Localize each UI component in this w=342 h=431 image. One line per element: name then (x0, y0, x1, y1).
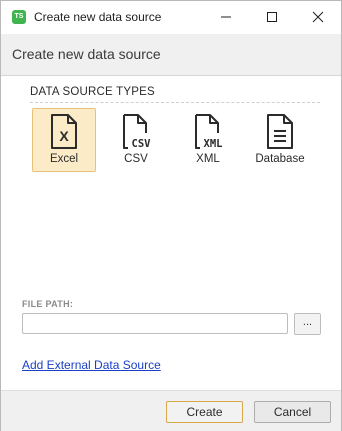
data-source-type-csv[interactable]: CSV CSV (104, 108, 168, 172)
close-button[interactable] (295, 1, 341, 33)
add-external-data-source-link[interactable]: Add External Data Source (22, 358, 161, 372)
dialog-window: TS Create new data source Create new dat… (0, 0, 342, 431)
section-title: DATA SOURCE TYPES (30, 86, 155, 98)
csv-file-icon: CSV (123, 114, 152, 150)
maximize-button[interactable] (249, 1, 295, 33)
close-icon (312, 11, 324, 23)
data-source-type-xml[interactable]: XML XML (176, 108, 240, 172)
section-divider (30, 102, 320, 103)
data-source-type-excel[interactable]: X Excel (32, 108, 96, 172)
xml-file-icon: XML (195, 114, 223, 150)
excel-file-icon: X (51, 114, 77, 149)
file-path-input[interactable] (22, 313, 288, 334)
browse-button[interactable]: ... (294, 313, 321, 335)
type-label-excel: Excel (49, 153, 79, 165)
data-source-type-database[interactable]: Database (248, 108, 312, 172)
title-bar[interactable]: TS Create new data source (1, 1, 341, 33)
type-label-xml: XML (196, 153, 220, 165)
header-title: Create new data source (12, 46, 161, 62)
type-label-csv: CSV (124, 153, 148, 165)
file-path-label: FILE PATH: (22, 299, 74, 309)
cancel-button[interactable]: Cancel (254, 401, 331, 423)
maximize-icon (267, 12, 277, 22)
svg-text:XML: XML (204, 138, 223, 150)
create-button[interactable]: Create (166, 401, 243, 423)
dialog-header: Create new data source (1, 34, 341, 76)
type-label-database: Database (255, 153, 305, 165)
svg-text:X: X (59, 128, 69, 144)
app-icon: TS (12, 10, 26, 24)
svg-text:CSV: CSV (132, 138, 152, 150)
database-file-icon (267, 114, 293, 149)
minimize-button[interactable] (203, 1, 249, 33)
dialog-footer: Create Cancel (1, 390, 341, 431)
minimize-icon (221, 16, 231, 18)
window-title: Create new data source (34, 10, 162, 24)
